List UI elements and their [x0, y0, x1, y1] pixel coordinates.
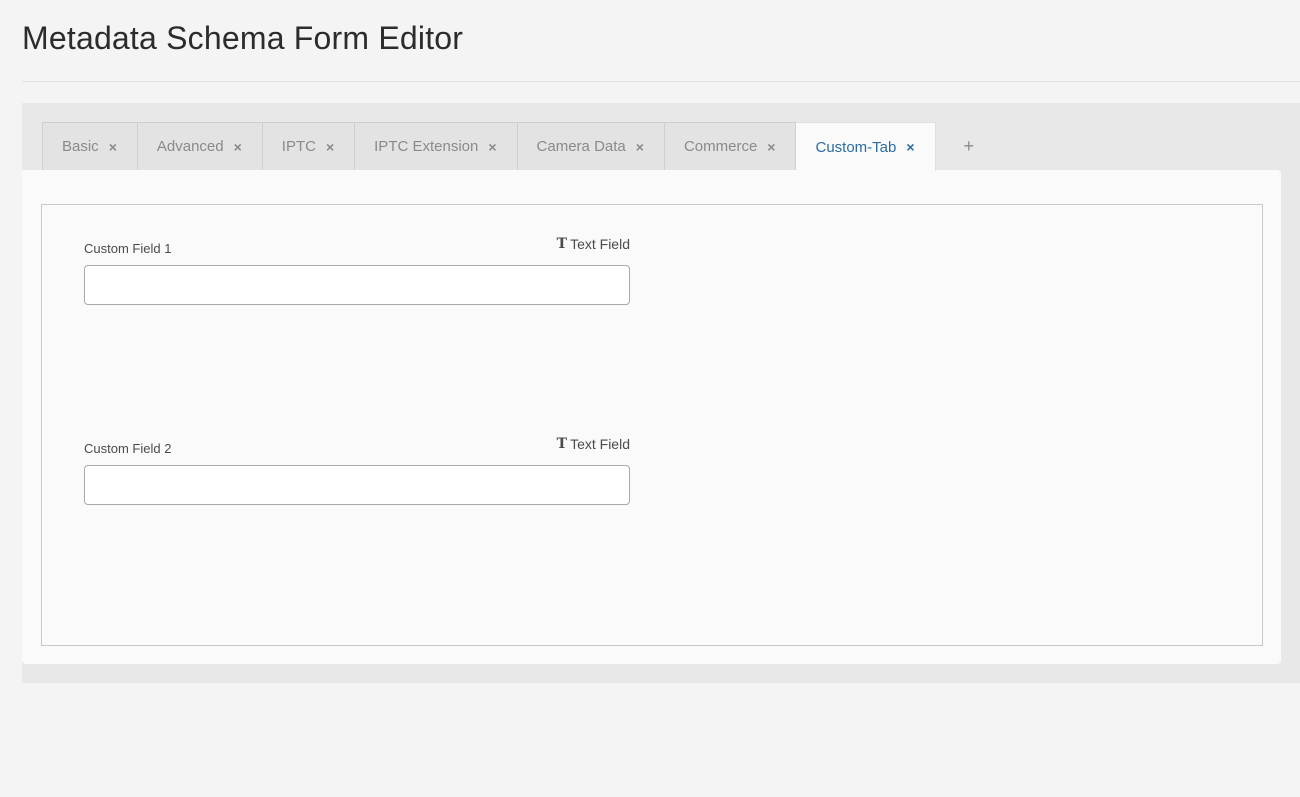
tab-label: Camera Data [536, 138, 626, 155]
form-editor-area: Basic × Advanced × IPTC × IPTC Extension… [22, 103, 1300, 683]
plus-icon: + [963, 135, 975, 156]
tab-label: Advanced [156, 138, 224, 155]
tab-iptc[interactable]: IPTC × [262, 122, 356, 170]
close-icon[interactable]: × [109, 140, 117, 154]
field-type-label: Text Field [570, 236, 630, 252]
close-icon[interactable]: × [234, 140, 242, 154]
custom-field-1-input[interactable] [84, 265, 630, 305]
form-canvas[interactable]: Custom Field 1 T Text Field Custom Field… [41, 204, 1263, 646]
tab-label: IPTC [281, 138, 316, 155]
tab-label: Commerce [683, 138, 758, 155]
field-label: Custom Field 1 [84, 241, 172, 256]
field-type-indicator: T Text Field [557, 436, 630, 452]
tab-panel: Custom Field 1 T Text Field Custom Field… [22, 170, 1281, 664]
tab-bar: Basic × Advanced × IPTC × IPTC Extension… [42, 122, 1003, 171]
tab-advanced[interactable]: Advanced × [137, 122, 263, 170]
tab-custom-tab[interactable]: Custom-Tab × [796, 122, 936, 171]
close-icon[interactable]: × [636, 140, 644, 154]
text-type-icon: T [556, 236, 568, 252]
close-icon[interactable]: × [906, 140, 914, 154]
tab-camera-data[interactable]: Camera Data × [517, 122, 665, 170]
form-field-block[interactable]: Custom Field 2 T Text Field [84, 436, 630, 508]
close-icon[interactable]: × [326, 140, 334, 154]
text-type-icon: T [556, 436, 568, 452]
tab-label: Custom-Tab [815, 138, 897, 156]
form-field-block[interactable]: Custom Field 1 T Text Field [84, 236, 630, 308]
title-divider [22, 81, 1300, 82]
close-icon[interactable]: × [488, 140, 496, 154]
tab-label: Basic [62, 138, 99, 155]
tab-iptc-extension[interactable]: IPTC Extension × [355, 122, 518, 170]
add-tab-button[interactable]: + [936, 122, 1003, 170]
field-label: Custom Field 2 [84, 441, 172, 456]
tab-commerce[interactable]: Commerce × [664, 122, 797, 170]
tab-basic[interactable]: Basic × [42, 122, 138, 170]
tab-label: IPTC Extension [374, 138, 479, 155]
close-icon[interactable]: × [767, 140, 775, 154]
custom-field-2-input[interactable] [84, 465, 630, 505]
field-type-label: Text Field [570, 436, 630, 452]
field-type-indicator: T Text Field [557, 236, 630, 252]
page-title: Metadata Schema Form Editor [22, 20, 464, 56]
